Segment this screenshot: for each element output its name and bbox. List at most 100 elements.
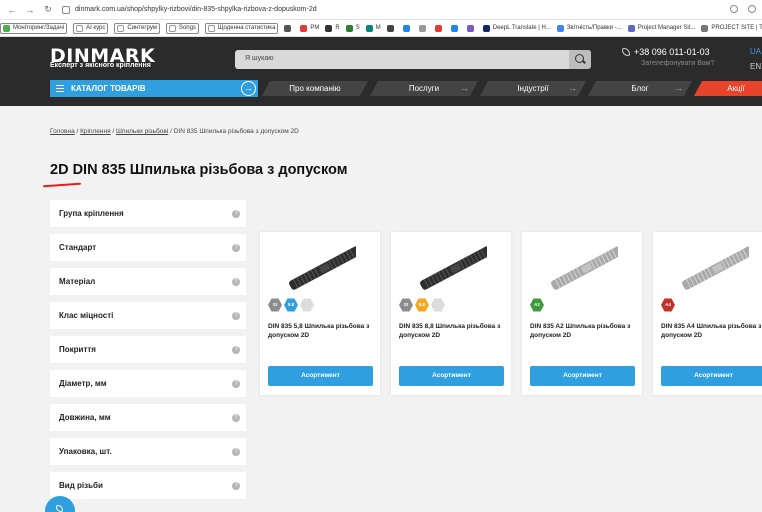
filter-label: Упаковка, шт. [59,447,112,456]
filter-item[interactable]: Вид різьби? [50,472,246,499]
bookmark-label: Project Manager Sit... [637,25,696,31]
bookmark-item[interactable]: PROJECT SITE | T [701,24,762,32]
bookmark-icon [482,24,490,32]
bookmark-icon [450,24,458,32]
reload-icon[interactable]: ↻ [42,4,54,15]
product-image[interactable] [546,246,618,296]
assortment-button[interactable]: Асортимент [268,366,373,386]
product-name[interactable]: DIN 835 A2 Шпилька різьбова з допуском 2… [530,322,638,340]
bookmark-item[interactable]: Моніторинг/Задачі [0,22,68,34]
bookmark-item[interactable]: Щоденна статистика [204,22,279,34]
search-bar[interactable]: Я шукаю [235,50,591,69]
bookmark-item[interactable]: R [325,24,340,32]
menu-item-promo[interactable]: Акції [694,81,762,96]
bookmark-item[interactable]: S [345,24,360,32]
lang-ua[interactable]: UA [750,47,761,56]
filter-item[interactable]: Група кріплення? [50,200,246,227]
help-icon[interactable]: ? [232,312,240,320]
filter-label: Діаметр, мм [59,379,107,388]
bookmark-icon [284,24,292,32]
help-icon[interactable]: ? [232,346,240,354]
key-icon[interactable] [730,5,738,13]
bookmark-item[interactable] [386,24,397,32]
bookmark-item[interactable] [284,24,294,32]
filter-item[interactable]: Довжина, мм? [50,404,246,431]
site-info-icon[interactable] [62,5,70,14]
product-badges: A4 [661,298,675,312]
bookmark-item[interactable]: AI курс [73,22,109,34]
help-icon[interactable]: ? [232,210,240,218]
menu-item-services[interactable]: Послуги → [370,81,478,96]
menu-item-industries[interactable]: Індустрії → [480,81,586,96]
bookmark-icon [345,24,353,32]
product-card[interactable]: A4 DIN 835 A4 Шпилька різьбова з допуском… [653,232,762,395]
bookmark-item[interactable]: PM [300,24,319,32]
bookmark-item[interactable] [466,24,477,32]
filter-item[interactable]: Клас міцності? [50,302,246,329]
help-icon[interactable]: ? [232,448,240,456]
bookmark-item[interactable]: Project Manager Sit... [627,24,696,32]
url-text[interactable]: dinmark.com.ua/shop/shpylky-rizbovi/din-… [75,6,317,13]
bookmark-item[interactable] [418,24,429,32]
forward-icon[interactable]: → [24,5,36,15]
product-name[interactable]: DIN 835 A4 Шпилька різьбова з допуском 2… [661,322,762,340]
product-image[interactable] [284,246,356,296]
phone-number[interactable]: +38 096 011-01-03 [622,47,710,57]
material-badge [431,298,445,312]
back-icon[interactable]: ← [6,5,18,15]
bookmark-icon [76,24,84,32]
menu-icon [56,85,64,92]
breadcrumb: Головна / Кріплення / Шпильки різьбові /… [50,128,299,135]
breadcrumb-studs[interactable]: Шпильки різьбові [116,128,168,135]
bookmark-item[interactable] [402,24,413,32]
bookmark-item[interactable] [450,24,461,32]
assortment-button[interactable]: Асортимент [530,366,635,386]
bookmark-icon [207,24,215,32]
lang-en[interactable]: EN [750,62,761,71]
bookmark-label: Синтегрум [127,25,157,31]
catalog-label: КАТАЛОГ ТОВАРІВ [71,84,146,93]
bookmark-item[interactable]: Синтегрум [114,22,160,34]
search-input[interactable]: Я шукаю [245,55,273,62]
bookmark-item[interactable]: M [365,24,381,32]
bookmark-label: Звітність/Правки -... [566,25,622,31]
help-icon[interactable]: ? [232,380,240,388]
assortment-button[interactable]: Асортимент [399,366,504,386]
material-badge: St [399,298,413,312]
search-icon[interactable] [569,50,591,69]
product-image[interactable] [677,246,749,296]
star-icon[interactable] [748,5,756,13]
help-icon[interactable]: ? [232,244,240,252]
filter-item[interactable]: Покриття? [50,336,246,363]
bookmark-icon [168,24,176,32]
product-name[interactable]: DIN 835 8,8 Шпилька різьбова з допуском … [399,322,507,340]
bookmark-item[interactable]: Звітність/Правки -... [556,24,622,32]
help-icon[interactable]: ? [232,482,240,490]
filter-item[interactable]: Стандарт? [50,234,246,261]
bookmark-icon [466,24,474,32]
filter-label: Клас міцності [59,311,114,320]
filter-item[interactable]: Діаметр, мм? [50,370,246,397]
bookmark-label: Songs [178,25,196,31]
filter-item[interactable]: Упаковка, шт.? [50,438,246,465]
breadcrumb-fasteners[interactable]: Кріплення [80,128,110,135]
product-card[interactable]: St 8.8 DIN 835 8,8 Шпилька різьбова з допу… [391,232,511,395]
product-image[interactable] [415,246,487,296]
bookmark-icon [627,24,635,32]
product-card[interactable]: St 5.8 DIN 835 5,8 Шпилька різьбова з допу… [260,232,380,395]
menu-item-about[interactable]: Про компанію [262,81,368,96]
help-icon[interactable]: ? [232,278,240,286]
filter-item[interactable]: Матеріал? [50,268,246,295]
bookmark-item[interactable]: Songs [165,22,199,34]
menu-item-blog[interactable]: Блог → [588,81,692,96]
product-name[interactable]: DIN 835 5,8 Шпилька різьбова з допуском … [268,322,376,340]
bookmark-item[interactable] [434,24,445,32]
help-icon[interactable]: ? [232,414,240,422]
assortment-button[interactable]: Асортимент [661,366,762,386]
bookmark-item[interactable]: DeepL Translate | Н... [482,24,551,32]
catalog-button[interactable]: КАТАЛОГ ТОВАРІВ → [50,80,258,97]
product-card[interactable]: A2 DIN 835 A2 Шпилька різьбова з допуском… [522,232,642,395]
material-badge: 8.8 [415,298,429,312]
callback-link[interactable]: Зателефонувати Вам? [641,60,714,67]
breadcrumb-home[interactable]: Головна [50,128,75,135]
